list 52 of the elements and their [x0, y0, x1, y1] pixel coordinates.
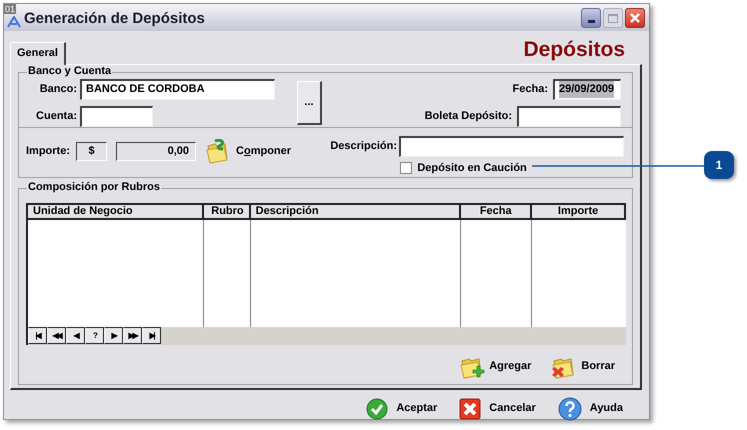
form-heading: Depósitos	[523, 36, 625, 62]
accept-button[interactable]: Aceptar	[366, 396, 438, 420]
checkbox[interactable]	[400, 162, 412, 174]
description-field[interactable]	[399, 136, 624, 156]
bank-field[interactable]: BANCO DE CORDOBA	[80, 78, 275, 100]
corner-label: 01	[4, 4, 16, 14]
slip-field[interactable]	[517, 106, 621, 126]
date-value: 29/09/2009	[559, 81, 614, 98]
group-title: Banco y Cuenta	[27, 64, 112, 78]
nav-button[interactable]: ▶▶	[123, 327, 142, 344]
browse-button[interactable]: ...	[297, 80, 322, 124]
field-label: Importe:	[26, 144, 71, 160]
maximize-icon	[608, 14, 618, 23]
minimize-icon	[588, 20, 594, 24]
close-button[interactable]	[625, 8, 645, 28]
field-label: Fecha:	[512, 82, 549, 97]
column-header[interactable]: Fecha	[461, 204, 532, 220]
field-label: Cuenta:	[35, 108, 78, 124]
column-header[interactable]: Importe	[532, 204, 626, 220]
help-button[interactable]: Ayuda	[558, 396, 623, 420]
tab[interactable]: General	[10, 42, 66, 64]
nav-button[interactable]: ▶	[104, 327, 123, 344]
app-icon	[7, 16, 21, 28]
group-title: Composición por Rubros	[27, 180, 161, 194]
field-label: Descripción:	[330, 138, 398, 154]
field-label: Boleta Depósito:	[424, 108, 513, 124]
help-icon	[558, 396, 582, 420]
nav-button[interactable]: ◀◀	[47, 327, 66, 344]
column-header[interactable]: Descripción	[250, 204, 462, 220]
nav-button[interactable]: ?	[85, 327, 104, 344]
column-header[interactable]: Unidad de Negocio	[28, 204, 204, 220]
close-icon	[459, 398, 482, 420]
amount-field: 0,00	[116, 142, 196, 161]
compose-button[interactable]: Componer	[205, 138, 292, 164]
callout-badge: 1	[704, 151, 734, 179]
currency-field: $	[76, 142, 107, 161]
cancel-button[interactable]: Cancelar	[459, 396, 536, 420]
close-icon	[629, 12, 641, 24]
nav-button[interactable]: |◀	[28, 327, 47, 344]
minimize-button[interactable]	[581, 8, 601, 28]
delete-button[interactable]: Borrar	[551, 354, 615, 380]
window-title: Generación de Depósitos	[24, 9, 205, 29]
deposit-checkbox[interactable]: Depósito en Caución	[400, 160, 624, 176]
nav-button[interactable]: ▶|	[142, 327, 161, 344]
check-icon	[366, 398, 388, 420]
nav-button[interactable]: ◀	[66, 327, 85, 344]
date-field[interactable]: 29/09/2009	[553, 78, 621, 100]
column-header[interactable]: Rubro	[204, 204, 251, 220]
field-label: Banco:	[38, 82, 78, 97]
account-field[interactable]	[80, 106, 153, 126]
data-grid[interactable]: Unidad de Negocio Rubro Descripción Fecha Importe |◀ ◀◀ ◀ ? ▶ ▶▶ ▶|	[26, 202, 626, 344]
add-button[interactable]: Agregar	[459, 354, 532, 380]
